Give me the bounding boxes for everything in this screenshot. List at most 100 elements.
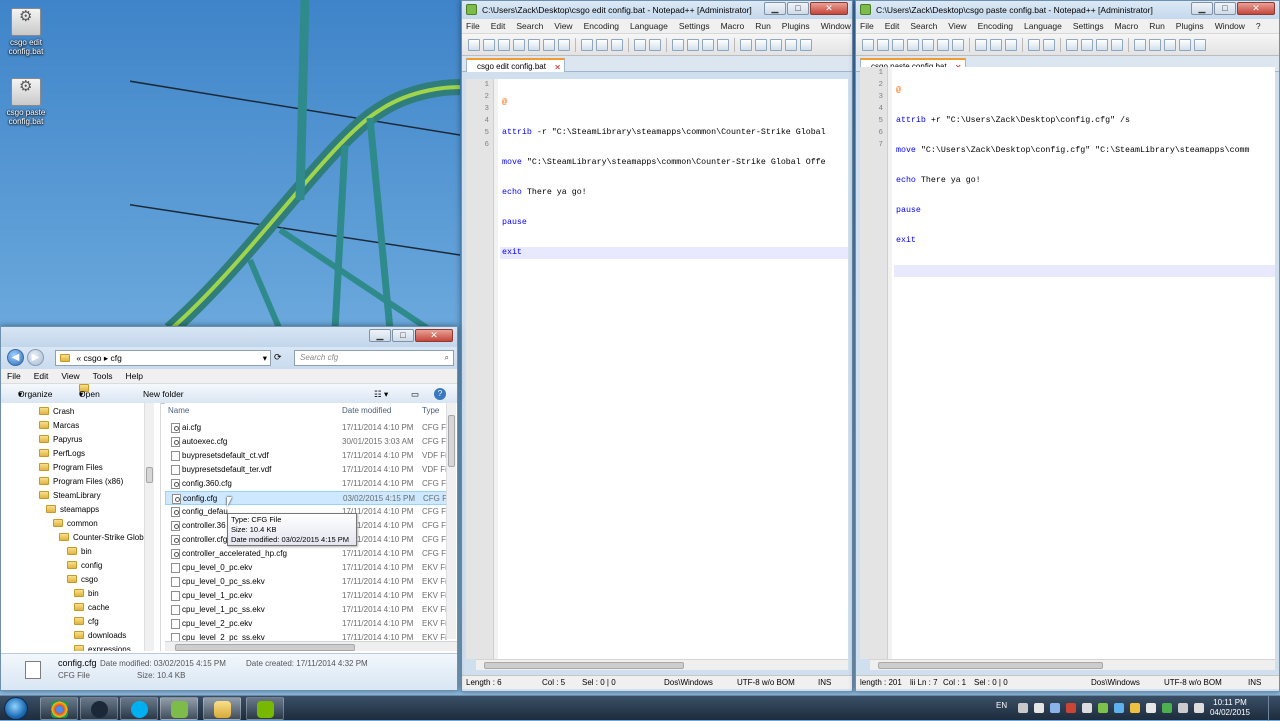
search-input[interactable]: Search cfg ⌕ (294, 350, 454, 366)
nav-item[interactable]: Crash (39, 405, 74, 419)
file-row[interactable]: autoexec.cfg 30/01/2015 3:03 AM CFG Fi (165, 435, 455, 449)
menu-window[interactable]: Window (821, 21, 851, 31)
file-row[interactable]: cpu_level_0_pc.ekv 17/11/2014 4:10 PM EKV … (165, 561, 455, 575)
volume-icon[interactable] (1178, 703, 1188, 713)
file-row[interactable]: controller_accelerated_hp.cfg 17/11/2014 … (165, 547, 455, 561)
nav-item[interactable]: common (53, 517, 98, 531)
tray-icon[interactable] (1050, 703, 1060, 713)
menu-help[interactable]: Help (125, 371, 142, 381)
minimize-button[interactable]: ▁ (764, 2, 786, 15)
record-macro-icon[interactable] (800, 38, 812, 51)
undo-icon[interactable] (1028, 38, 1040, 51)
menu-file[interactable]: File (466, 21, 480, 31)
file-row[interactable]: cpu_level_2_pc.ekv 17/11/2014 4:10 PM EKV … (165, 617, 455, 631)
close-file-icon[interactable] (528, 38, 540, 51)
tray-icon[interactable] (1114, 703, 1124, 713)
record-macro-icon[interactable] (1194, 38, 1206, 51)
zoom-out-icon[interactable] (1111, 38, 1123, 51)
menu-file[interactable]: File (860, 21, 874, 31)
nav-item[interactable]: steamapps (46, 503, 99, 517)
menu-window[interactable]: Window (1215, 21, 1245, 31)
cut-icon[interactable] (975, 38, 987, 51)
menu-view[interactable]: View (948, 21, 966, 31)
menu-macro[interactable]: Macro (721, 21, 745, 31)
horizontal-scrollbar[interactable] (870, 659, 1275, 670)
menu-encoding[interactable]: Encoding (978, 21, 1013, 31)
indent-guide-icon[interactable] (785, 38, 797, 51)
scrollbar-thumb[interactable] (448, 415, 455, 467)
close-button[interactable]: ✕ (810, 2, 848, 15)
nav-item[interactable]: bin (67, 545, 92, 559)
nav-item[interactable]: Papyrus (39, 433, 82, 447)
open-file-icon[interactable] (877, 38, 889, 51)
menu-view[interactable]: View (61, 371, 79, 381)
code-editor[interactable]: 1 2 3 4 5 6 7 @ attrib +r "C:\Users\Zack\Deskt… (860, 67, 1275, 659)
zoom-out-icon[interactable] (717, 38, 729, 51)
menu-settings[interactable]: Settings (679, 21, 710, 31)
file-row[interactable]: cpu_level_1_pc.ekv 17/11/2014 4:10 PM EKV … (165, 589, 455, 603)
scrollbar-thumb[interactable] (175, 644, 355, 651)
new-folder-button[interactable]: New folder (143, 384, 184, 404)
maximize-button[interactable]: □ (1214, 2, 1236, 15)
forward-button[interactable]: ▶ (27, 349, 44, 366)
paste-icon[interactable] (611, 38, 623, 51)
column-header-name[interactable]: Name (168, 403, 189, 419)
find-icon[interactable] (672, 38, 684, 51)
find-icon[interactable] (1066, 38, 1078, 51)
tab-close-icon[interactable]: ✕ (554, 61, 561, 74)
nav-item[interactable]: cfg (74, 615, 99, 629)
desktop-icon-csgo-edit[interactable]: csgo edit config.bat (2, 8, 50, 56)
tray-icon[interactable] (1034, 703, 1044, 713)
horizontal-scrollbar[interactable] (476, 659, 848, 670)
view-options-icon[interactable]: ☷ ▾ (374, 384, 388, 404)
nav-item[interactable]: config (67, 559, 102, 573)
back-button[interactable]: ◀ (7, 349, 24, 366)
nav-item[interactable]: PerfLogs (39, 447, 85, 461)
menu-run[interactable]: Run (1149, 21, 1165, 31)
nav-item[interactable]: expressions (74, 643, 131, 651)
menu-settings[interactable]: Settings (1073, 21, 1104, 31)
menu-file[interactable]: File (7, 371, 21, 381)
search-icon[interactable]: ⌕ (445, 351, 449, 365)
close-all-icon[interactable] (543, 38, 555, 51)
menu-plugins[interactable]: Plugins (1176, 21, 1204, 31)
print-icon[interactable] (952, 38, 964, 51)
refresh-icon[interactable]: ⟳ (274, 352, 282, 363)
menu-encoding[interactable]: Encoding (584, 21, 619, 31)
tray-icon[interactable] (1162, 703, 1172, 713)
language-indicator[interactable]: EN (996, 701, 1007, 710)
tray-icon[interactable] (1066, 703, 1076, 713)
nav-item[interactable]: SteamLibrary (39, 489, 101, 503)
tray-icon[interactable] (1130, 703, 1140, 713)
menu-search[interactable]: Search (516, 21, 543, 31)
breadcrumb-overflow[interactable]: « (76, 353, 81, 363)
maximize-button[interactable]: □ (787, 2, 809, 15)
file-row[interactable]: config.360.cfg 17/11/2014 4:10 PM CFG Fi (165, 477, 455, 491)
nav-item[interactable]: Program Files (39, 461, 103, 475)
network-icon[interactable] (1194, 703, 1204, 713)
menu-edit[interactable]: Edit (34, 371, 49, 381)
new-file-icon[interactable] (862, 38, 874, 51)
zoom-in-icon[interactable] (702, 38, 714, 51)
column-header-date[interactable]: Date modified (342, 403, 391, 419)
taskbar-app-skype[interactable] (120, 697, 158, 720)
indent-guide-icon[interactable] (1179, 38, 1191, 51)
minimize-button[interactable]: ▁ (1191, 2, 1213, 15)
file-list-scrollbar[interactable] (446, 403, 456, 639)
address-box[interactable]: « csgo ▸ cfg ▾ (55, 350, 271, 366)
redo-icon[interactable] (1043, 38, 1055, 51)
title-bar[interactable]: C:\Users\Zack\Desktop\csgo edit config.b… (462, 1, 852, 19)
maximize-button[interactable]: □ (392, 329, 414, 342)
replace-icon[interactable] (687, 38, 699, 51)
code-editor[interactable]: 1 2 3 4 5 6 @ attrib -r "C:\SteamLibrary\stea… (466, 79, 848, 659)
menu-view[interactable]: View (554, 21, 572, 31)
breadcrumb-csgo[interactable]: csgo (83, 353, 101, 363)
address-dropdown-icon[interactable]: ▾ (263, 351, 267, 365)
menu-language[interactable]: Language (1024, 21, 1062, 31)
nav-item[interactable]: csgo (67, 573, 98, 587)
menu-edit[interactable]: Edit (885, 21, 900, 31)
file-row[interactable]: cpu_level_1_pc_ss.ekv 17/11/2014 4:10 PM E… (165, 603, 455, 617)
minimize-button[interactable]: ▁ (369, 329, 391, 342)
tray-icon[interactable] (1082, 703, 1092, 713)
tray-icon[interactable] (1018, 703, 1028, 713)
